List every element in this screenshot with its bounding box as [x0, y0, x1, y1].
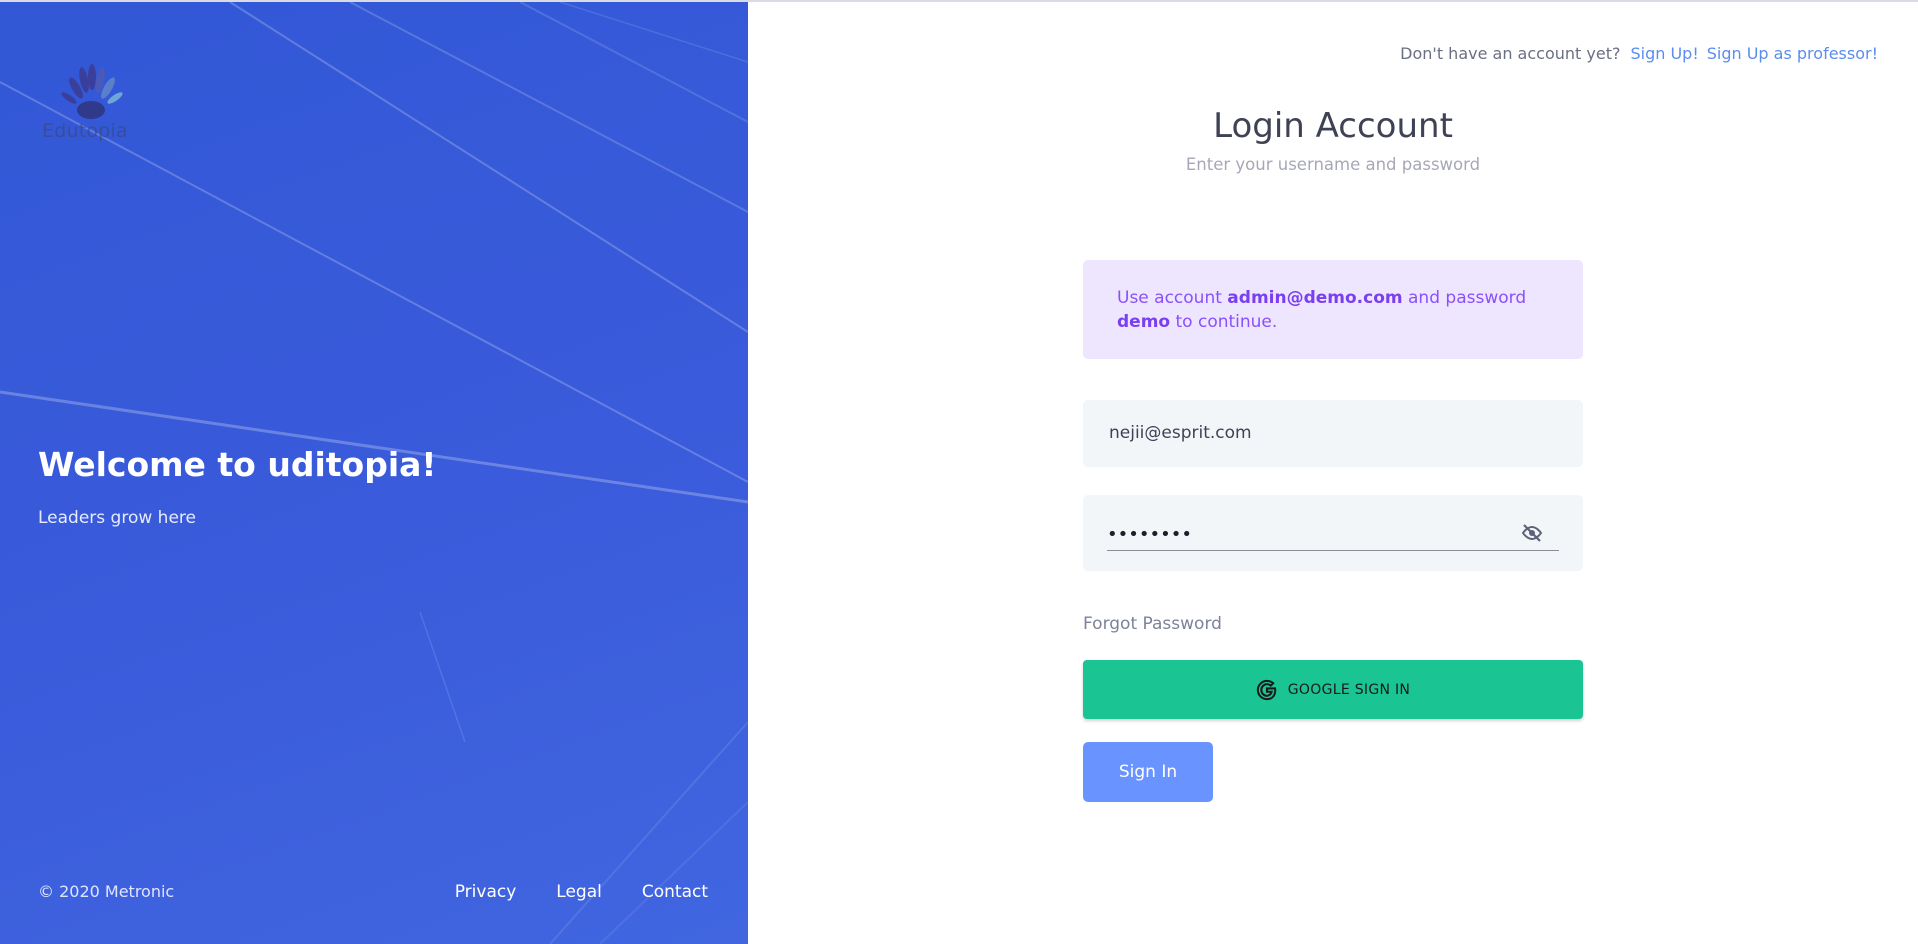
google-sign-in-label: GOOGLE SIGN IN [1287, 681, 1411, 698]
password-underline [1107, 550, 1559, 551]
eye-off-icon[interactable] [1519, 521, 1547, 545]
contact-link[interactable]: Contact [642, 882, 708, 902]
copyright: © 2020 Metronic [38, 882, 175, 901]
password-input[interactable] [1107, 521, 1517, 547]
logo-text: Edutopia [42, 120, 128, 142]
signup-row: Don't have an account yet? Sign Up! Sign… [1400, 44, 1878, 63]
footer-links: Privacy Legal Contact [455, 882, 708, 902]
logo-mark-icon [61, 64, 123, 119]
sign-in-button[interactable]: Sign In [1083, 742, 1213, 802]
page-subtitle: Enter your username and password [1185, 155, 1481, 174]
notice-account: admin@demo.com [1227, 288, 1403, 308]
demo-credentials-notice: Use account admin@demo.com and password … [1083, 260, 1583, 359]
notice-suffix: to continue. [1175, 312, 1278, 332]
forgot-password-link[interactable]: Forgot Password [1083, 614, 1222, 634]
welcome-subtitle: Leaders grow here [38, 508, 196, 528]
google-sign-in-button[interactable]: GOOGLE SIGN IN [1083, 660, 1583, 719]
privacy-link[interactable]: Privacy [455, 882, 517, 902]
email-input[interactable] [1109, 420, 1549, 446]
signup-link[interactable]: Sign Up! [1630, 44, 1698, 63]
google-icon [1256, 679, 1277, 700]
notice-prefix: Use account [1117, 288, 1222, 308]
signup-prompt: Don't have an account yet? [1400, 44, 1621, 63]
page-title: Login Account [1213, 106, 1453, 146]
logo: Edutopia [42, 64, 152, 144]
brand-panel: Edutopia Welcome to uditopia! Leaders gr… [0, 2, 748, 944]
welcome-title: Welcome to uditopia! [38, 445, 437, 484]
signup-professor-link[interactable]: Sign Up as professor! [1707, 44, 1878, 63]
email-field [1083, 400, 1583, 467]
password-field [1083, 495, 1583, 571]
legal-link[interactable]: Legal [556, 882, 602, 902]
notice-middle: and password [1408, 288, 1527, 308]
notice-password: demo [1117, 312, 1171, 332]
